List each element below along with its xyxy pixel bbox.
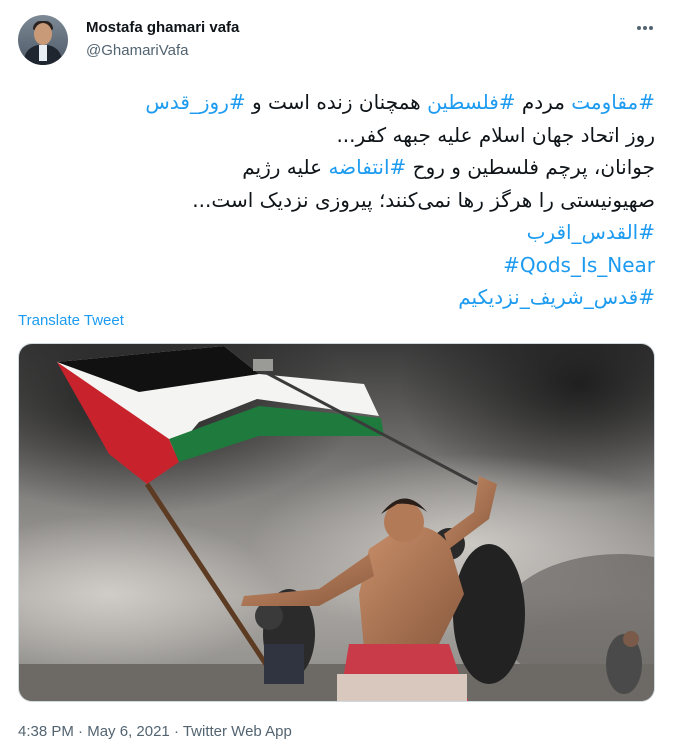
- author-display-name[interactable]: Mostafa ghamari vafa: [86, 19, 239, 36]
- hashtag-link[interactable]: #روز_قدس: [145, 90, 245, 114]
- hashtag-link[interactable]: #Qods_Is_Near: [503, 253, 655, 277]
- tweet-line: جوانان، پرچم فلسطین و روح #انتفاضه علیه …: [15, 151, 655, 184]
- tweet-line: صهیونیستی را هرگز رها نمی‌کنند؛ پیروزی ن…: [15, 184, 655, 217]
- tweet-line: #قدس_شریف_نزدیکیم: [15, 281, 655, 314]
- avatar-face: [34, 23, 52, 45]
- tweet-photo[interactable]: [18, 343, 655, 702]
- tweet-source-app[interactable]: Twitter Web App: [183, 723, 292, 740]
- tweet-text-segment: همچنان زنده است و: [245, 90, 428, 114]
- tweet-line: #مقاومت مردم #فلسطین همچنان زنده است و #…: [15, 86, 655, 119]
- tweet-text-segment: صهیونیستی را هرگز رها نمی‌کنند؛ پیروزی ن…: [192, 187, 655, 212]
- avatar-shirt: [39, 45, 47, 61]
- tweet-line: #Qods_Is_Near: [15, 249, 655, 282]
- hashtag-link[interactable]: #قدس_شریف_نزدیکیم: [458, 285, 655, 309]
- meta-separator: ·: [169, 723, 183, 740]
- hashtag-link[interactable]: #فلسطین: [427, 90, 515, 114]
- hashtag-link[interactable]: #القدس_اقرب: [527, 220, 655, 244]
- tweet-text-segment: علیه رژیم: [242, 155, 329, 179]
- tweet-text-segment: جوانان، پرچم فلسطین و روح: [406, 155, 655, 179]
- tweet-meta: 4:38 PM · May 6, 2021 · Twitter Web App: [18, 723, 292, 740]
- more-horizontal-icon[interactable]: [630, 16, 660, 40]
- tweet-text: #مقاومت مردم #فلسطین همچنان زنده است و #…: [15, 86, 655, 314]
- tweet-card: Mostafa ghamari vafa @GhamariVafa #مقاوم…: [0, 0, 677, 756]
- tweet-text-segment: روز اتحاد جهان اسلام علیه جبهه کفر...: [336, 122, 655, 147]
- tweet-line: #القدس_اقرب: [15, 216, 655, 249]
- hashtag-link[interactable]: #انتفاضه: [328, 155, 406, 179]
- hashtag-link[interactable]: #مقاومت: [571, 90, 655, 114]
- avatar[interactable]: [18, 15, 68, 65]
- meta-separator: ·: [73, 723, 88, 740]
- tweet-text-segment: مردم: [515, 90, 572, 114]
- author-handle[interactable]: @GhamariVafa: [86, 42, 189, 59]
- tweet-time[interactable]: 4:38 PM: [18, 723, 74, 740]
- translate-tweet-link[interactable]: Translate Tweet: [18, 312, 124, 329]
- tweet-line: روز اتحاد جهان اسلام علیه جبهه کفر...: [15, 119, 655, 152]
- tweet-date[interactable]: May 6, 2021: [87, 723, 170, 740]
